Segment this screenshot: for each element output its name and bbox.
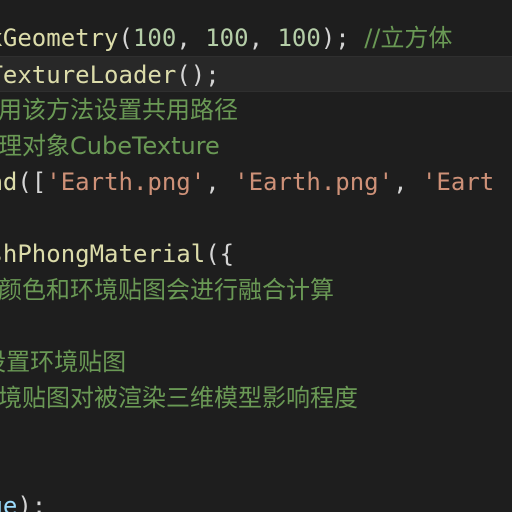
code-editor[interactable]: oxGeometry(100, 100, 100); //立方体eTexture… [0,0,512,512]
code-token-punc: ( [118,24,133,52]
code-token-punc: ([ [17,168,47,196]
code-token-num: 100 [205,24,249,52]
code-line[interactable]: oxGeometry(100, 100, 100); //立方体 [0,20,512,56]
code-token-num: 100 [132,24,177,52]
code-line[interactable]: 使用该方法设置共用路径 [0,92,512,128]
code-line[interactable] [0,416,512,452]
code-token-punc: , [393,168,422,196]
code-token-str: 'Earth.png' [46,168,206,196]
code-token-punc: ); [17,492,47,512]
code-line-current[interactable]: eTextureLoader(); [0,56,512,92]
code-token-comment: /设置环境贴图 [0,348,127,376]
code-line[interactable] [0,452,512,488]
code-token-punc: ); [320,24,365,52]
code-token-punc: , [248,24,278,52]
code-token-var: age [0,492,18,512]
code-token-fn: eshPhongMaterial [0,240,206,268]
code-token-comment: 使用该方法设置共用路径 [0,96,238,124]
code-token-fn: oad [0,168,18,196]
code-line[interactable]: /设置环境贴图 [0,344,512,380]
code-token-comment: 环境贴图对被渲染三维模型影响程度 [0,384,358,412]
code-line[interactable] [0,200,512,236]
code-token-fn: eTextureLoader [0,61,177,89]
code-token-comment: 纹理对象CubeTexture [0,132,220,160]
code-token-punc: , [176,24,206,52]
code-token-punc: (); [176,61,220,89]
code-line[interactable]: 型颜色和环境贴图会进行融合计算 [0,272,512,308]
code-token-punc: ({ [205,240,235,268]
code-token-comment: //立方体 [364,24,453,52]
code-token-str: 'Earth.png' [234,168,394,196]
code-line[interactable]: oad(['Earth.png', 'Earth.png', 'Eart [0,164,512,200]
code-token-punc: , [205,168,235,196]
code-line[interactable]: 纹理对象CubeTexture [0,128,512,164]
code-line[interactable] [0,308,512,344]
code-line[interactable]: 环境贴图对被渲染三维模型影响程度 [0,380,512,416]
code-token-num: 100 [277,24,321,52]
code-line[interactable]: age); [0,488,512,512]
code-token-comment: 型颜色和环境贴图会进行融合计算 [0,276,334,304]
code-line[interactable]: eshPhongMaterial({ [0,236,512,272]
code-token-str: 'Eart [421,168,495,196]
code-token-fn: oxGeometry [0,24,119,52]
